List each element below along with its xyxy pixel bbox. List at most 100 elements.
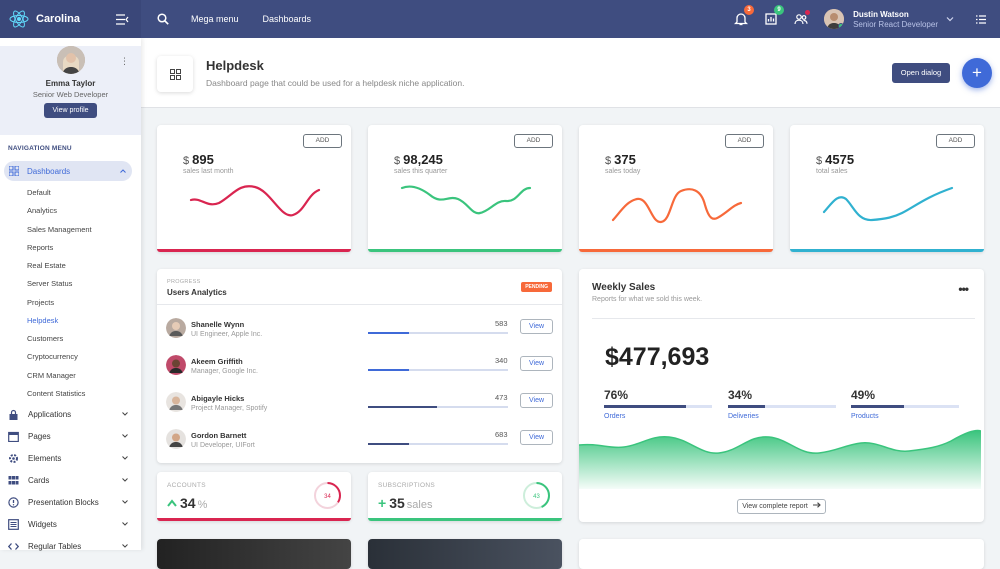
dark-card xyxy=(157,539,351,569)
submenu-item-content-statistics[interactable]: Content Statistics xyxy=(27,385,141,403)
view-button[interactable]: View xyxy=(520,319,553,334)
metric-label: Products xyxy=(851,413,879,420)
metric-deliveries: 34% Deliveries xyxy=(728,388,836,420)
more-options-icon[interactable]: ••• xyxy=(958,282,969,296)
chevron-down-icon xyxy=(122,434,128,438)
metric-fill xyxy=(604,405,687,408)
progress-bar xyxy=(368,443,508,445)
sidebar-item-cards[interactable]: Cards xyxy=(0,469,141,491)
sidebar-item-applications[interactable]: Applications xyxy=(0,403,141,425)
avatar xyxy=(166,318,186,338)
sidebar-item-dashboards[interactable]: Dashboards xyxy=(4,161,132,181)
stat-card-sales-today: ADD $375 sales today xyxy=(579,125,773,252)
sidebar-item-elements[interactable]: Elements xyxy=(0,447,141,469)
users-button[interactable] xyxy=(794,10,811,26)
open-dialog-button[interactable]: Open dialog xyxy=(892,63,950,83)
submenu-item-default[interactable]: Default xyxy=(27,184,141,202)
reports-button[interactable]: 9 xyxy=(764,5,785,26)
card-accent-bar xyxy=(368,518,562,521)
add-button[interactable]: ADD xyxy=(725,134,764,148)
metric-fill xyxy=(851,405,904,408)
card-header: PROGRESS Users Analytics xyxy=(157,269,562,305)
submenu-item-reports[interactable]: Reports xyxy=(27,239,141,257)
view-button[interactable]: View xyxy=(520,430,553,445)
svg-text:34: 34 xyxy=(324,494,331,500)
user-role: Senior React Developer xyxy=(853,19,938,29)
metric-bar xyxy=(851,405,959,408)
progress-bar xyxy=(368,369,508,371)
stat-label: sales today xyxy=(605,168,641,175)
sidebar-item-label: Presentation Blocks xyxy=(28,497,99,507)
grid-icon xyxy=(8,475,19,484)
sidebar-item-presentation-blocks[interactable]: Presentation Blocks xyxy=(0,491,141,513)
add-fab-button[interactable]: + xyxy=(962,58,992,88)
submenu-item-analytics[interactable]: Analytics xyxy=(27,202,141,220)
metric-label: Deliveries xyxy=(728,413,759,420)
sidebar: ⋮ Emma Taylor Senior Web Developer View … xyxy=(0,38,141,551)
page-icon-box xyxy=(157,56,193,92)
submenu-item-server-status[interactable]: Server Status xyxy=(27,275,141,293)
total-sales: $477,693 xyxy=(605,343,710,371)
top-bar: Carolina Mega menu Dashboards 3 9 Dustin… xyxy=(0,0,1000,38)
stat-accent-bar xyxy=(368,249,562,252)
list-item: Akeem Griffith Manager, Google Inc. 340 … xyxy=(157,348,562,385)
submenu-item-projects[interactable]: Projects xyxy=(27,294,141,312)
chevron-down-icon xyxy=(122,544,128,548)
arrow-up-icon xyxy=(167,499,177,507)
list-item: Abigayle Hicks Project Manager, Spotify … xyxy=(157,385,562,422)
more-options-icon[interactable]: ⋮ xyxy=(120,56,129,67)
add-button[interactable]: ADD xyxy=(303,134,342,148)
dashboards-link[interactable]: Dashboards xyxy=(263,14,312,24)
user-name: Shanelle Wynn xyxy=(191,320,245,329)
progress-ring: 43 xyxy=(523,482,550,509)
user-name: Abigayle Hicks xyxy=(191,394,245,403)
mega-menu-link[interactable]: Mega menu xyxy=(191,14,239,24)
sidebar-item-regular-tables[interactable]: Regular Tables xyxy=(0,535,141,557)
menu-icon[interactable] xyxy=(976,14,986,24)
sidebar-item-label: Dashboards xyxy=(27,166,71,176)
stat-value: $4575 xyxy=(816,152,855,167)
submenu-item-cryptocurrency[interactable]: Cryptocurrency xyxy=(27,348,141,366)
card-pretitle: PROGRESS xyxy=(167,279,201,285)
metric-orders: 76% Orders xyxy=(604,388,712,420)
view-complete-report-button[interactable]: View complete report xyxy=(737,499,826,514)
submenu-item-customers[interactable]: Customers xyxy=(27,330,141,348)
add-button[interactable]: ADD xyxy=(514,134,553,148)
sidebar-item-label: Elements xyxy=(28,453,62,463)
notifications-badge: 3 xyxy=(744,5,755,15)
user-name: Gordon Barnett xyxy=(191,431,247,440)
submenu-item-crm-manager[interactable]: CRM Manager xyxy=(27,367,141,385)
progress-fill xyxy=(368,369,409,371)
progress-fill xyxy=(368,443,409,445)
chevron-down-icon xyxy=(122,412,128,416)
view-button[interactable]: View xyxy=(520,356,553,371)
stat-label: sales last month xyxy=(183,168,234,175)
user-avatar xyxy=(824,9,845,29)
sidebar-user-name: Emma Taylor xyxy=(45,79,96,88)
user-role: Project Manager, Spotify xyxy=(191,405,268,412)
view-profile-button[interactable]: View profile xyxy=(44,103,97,118)
sidebar-item-pages[interactable]: Pages xyxy=(0,425,141,447)
card-accent-bar xyxy=(157,518,351,521)
card-title: Weekly Sales xyxy=(592,282,656,293)
add-button[interactable]: ADD xyxy=(936,134,975,148)
metric-label: Orders xyxy=(604,413,626,420)
collapse-sidebar-icon[interactable] xyxy=(116,13,129,25)
user-value: 473 xyxy=(495,393,508,402)
notifications-button[interactable]: 3 xyxy=(734,5,755,26)
submenu-item-sales-management[interactable]: Sales Management xyxy=(27,221,141,239)
search-icon[interactable] xyxy=(157,13,169,25)
metric-percent: 76% xyxy=(604,388,629,402)
user-menu[interactable]: Dustin Watson Senior React Developer xyxy=(824,9,954,29)
sparkline xyxy=(611,188,743,224)
gear-icon xyxy=(9,453,18,463)
sparkline xyxy=(822,186,954,222)
chevron-up-icon xyxy=(120,169,126,173)
submenu-item-real-estate[interactable]: Real Estate xyxy=(27,257,141,275)
card-title: ACCOUNTS xyxy=(167,482,206,489)
view-button[interactable]: View xyxy=(520,393,553,408)
submenu-item-helpdesk[interactable]: Helpdesk xyxy=(27,312,141,330)
status-badge: PENDING xyxy=(521,282,552,292)
sidebar-item-widgets[interactable]: Widgets xyxy=(0,513,141,535)
calendar-icon xyxy=(8,431,19,442)
